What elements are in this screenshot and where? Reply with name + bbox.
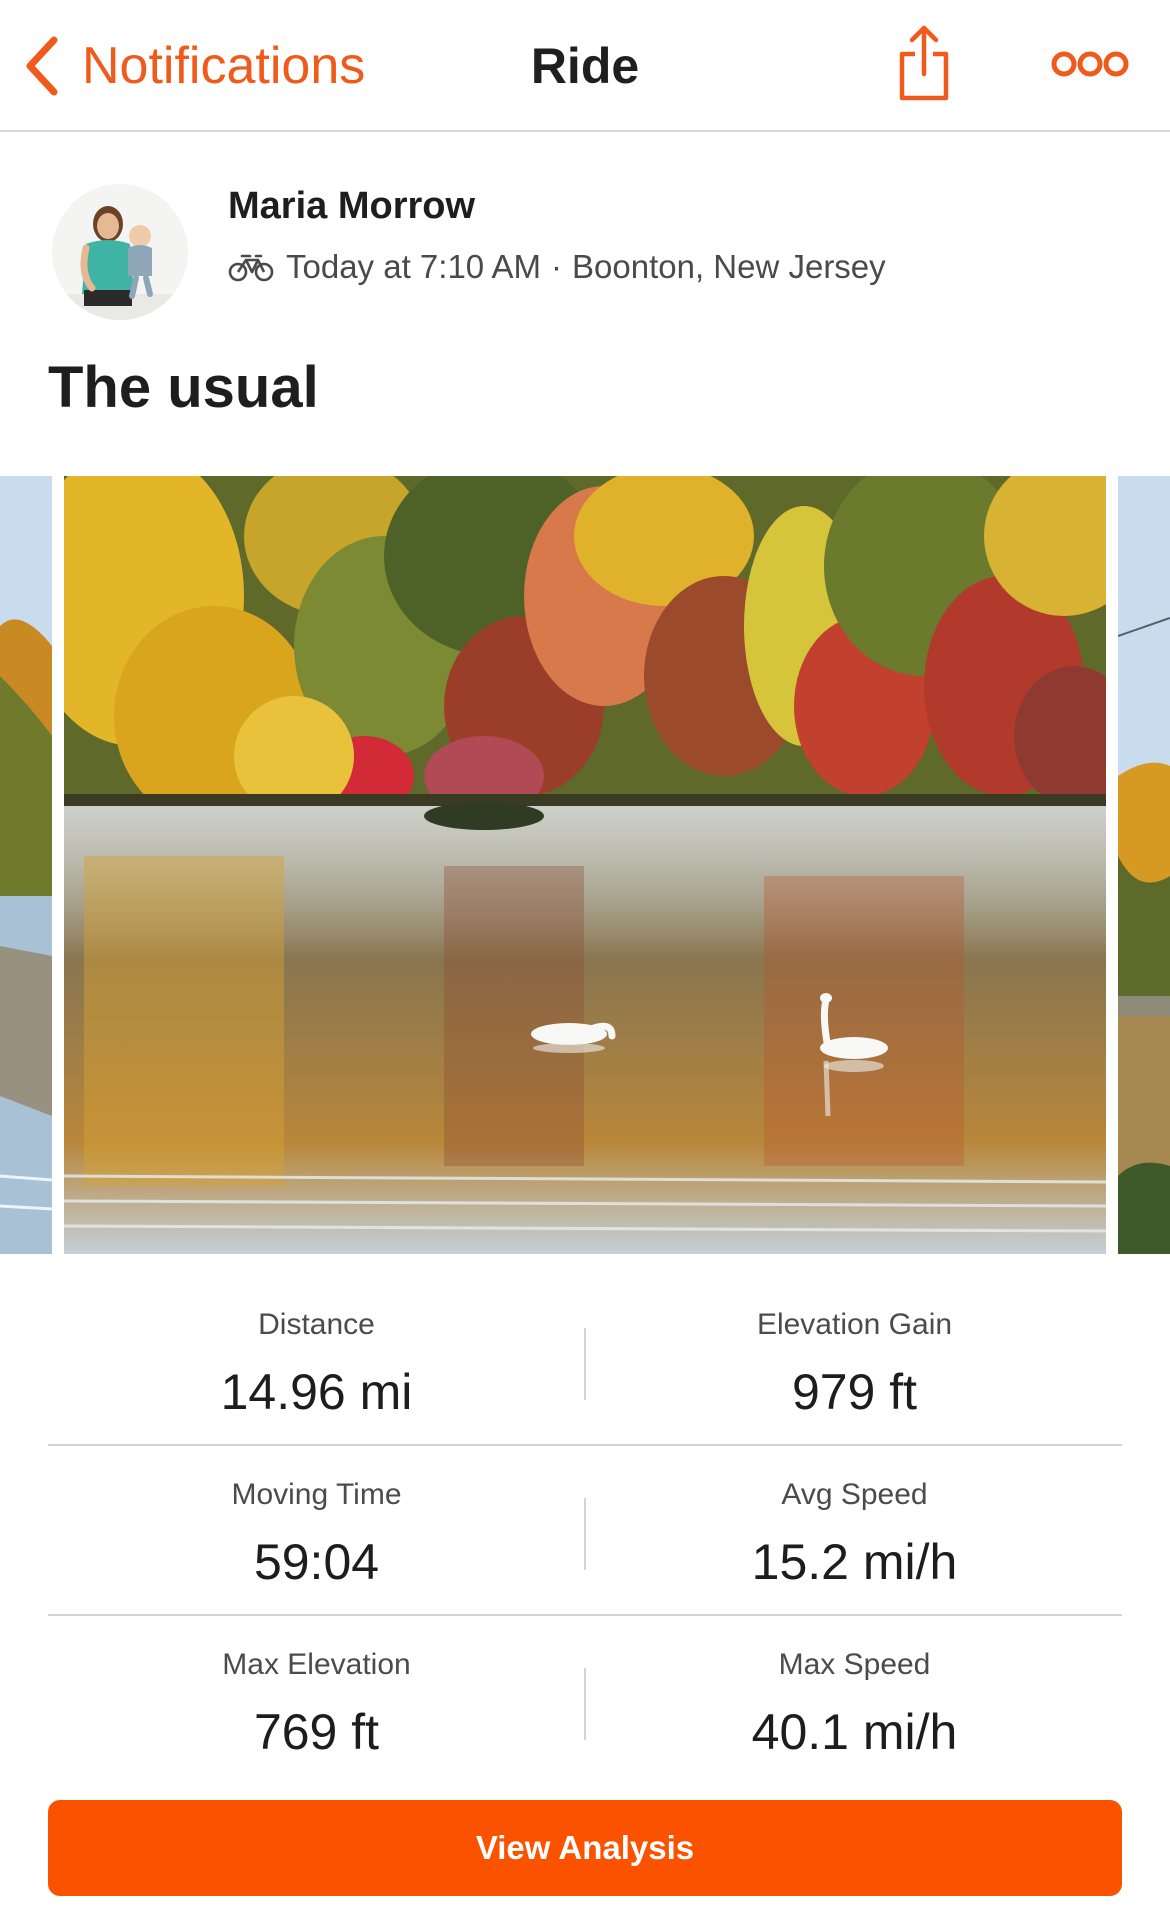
athlete-name[interactable]: Maria Morrow bbox=[228, 184, 475, 228]
stat-label: Moving Time bbox=[231, 1478, 402, 1511]
stats-grid: Distance 14.96 mi Elevation Gain 979 ft … bbox=[48, 1276, 1122, 1786]
athlete-avatar[interactable] bbox=[52, 184, 188, 320]
stat-value: 59:04 bbox=[253, 1534, 380, 1590]
share-button[interactable] bbox=[896, 24, 952, 104]
activity-meta: Today at 7:10 AM · Boonton, New Jersey bbox=[228, 245, 886, 289]
stat-avg-speed: Avg Speed 15.2 mi/h bbox=[586, 1476, 1123, 1590]
stat-moving-time: Moving Time 59:04 bbox=[48, 1476, 585, 1590]
stat-value: 769 ft bbox=[253, 1704, 380, 1760]
stat-value: 14.96 mi bbox=[220, 1364, 413, 1420]
stat-max-elevation: Max Elevation 769 ft bbox=[48, 1646, 585, 1760]
photo-main[interactable] bbox=[64, 476, 1106, 1254]
stat-value: 979 ft bbox=[791, 1364, 918, 1420]
stat-distance: Distance 14.96 mi bbox=[48, 1306, 585, 1420]
stat-label: Max Speed bbox=[778, 1648, 931, 1681]
more-options-button[interactable] bbox=[1046, 44, 1156, 84]
photo-carousel[interactable] bbox=[0, 476, 1170, 1256]
stat-label: Max Elevation bbox=[222, 1648, 411, 1681]
activity-location: Boonton, New Jersey bbox=[572, 248, 886, 285]
page-title: Ride bbox=[530, 38, 640, 94]
photo-lake-swans bbox=[64, 476, 1106, 1254]
stat-value: 40.1 mi/h bbox=[751, 1704, 958, 1760]
stat-label: Elevation Gain bbox=[756, 1308, 953, 1341]
activity-time: Today at 7:10 AM bbox=[286, 248, 541, 285]
stats-row: Max Elevation 769 ft Max Speed 40.1 mi/h bbox=[48, 1616, 1122, 1786]
stat-max-speed: Max Speed 40.1 mi/h bbox=[586, 1646, 1123, 1760]
avatar-photo bbox=[52, 184, 188, 320]
photo-next[interactable] bbox=[1118, 476, 1170, 1254]
stats-row: Moving Time 59:04 Avg Speed 15.2 mi/h bbox=[48, 1446, 1122, 1616]
stat-label: Avg Speed bbox=[781, 1478, 928, 1511]
top-navigation-bar: Notifications Ride bbox=[0, 0, 1170, 132]
stats-row: Distance 14.96 mi Elevation Gain 979 ft bbox=[48, 1276, 1122, 1446]
stat-label: Distance bbox=[258, 1308, 375, 1341]
stat-value: 15.2 mi/h bbox=[751, 1534, 958, 1590]
view-analysis-button[interactable]: View Analysis bbox=[48, 1800, 1122, 1896]
stat-elevation-gain: Elevation Gain 979 ft bbox=[586, 1306, 1123, 1420]
bike-icon bbox=[228, 254, 274, 282]
activity-title: The usual bbox=[48, 355, 319, 420]
photo-previous[interactable] bbox=[0, 476, 52, 1254]
share-icon bbox=[899, 25, 949, 101]
more-horizontal-icon bbox=[1051, 51, 1129, 77]
meta-separator: · bbox=[551, 248, 562, 285]
